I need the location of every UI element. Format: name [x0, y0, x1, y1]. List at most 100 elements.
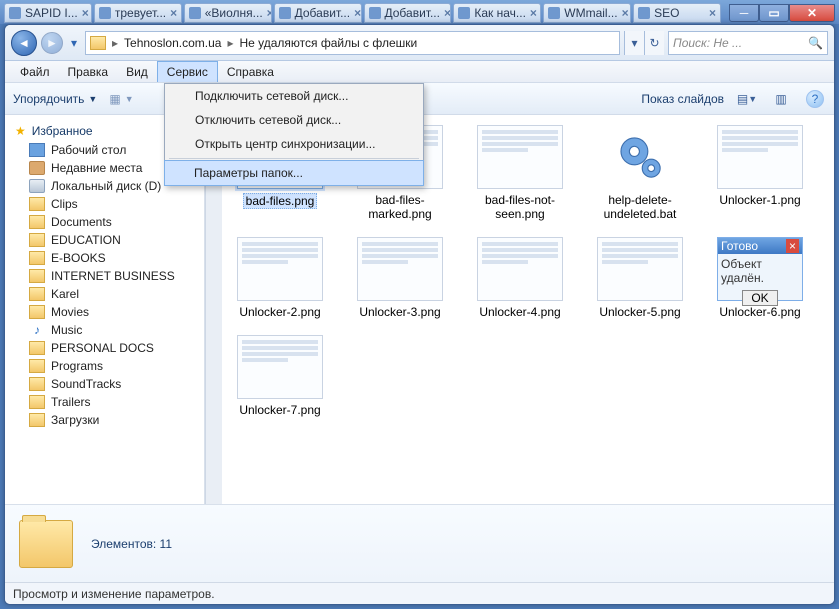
tab-label: Добавит...: [385, 6, 440, 20]
menu-file[interactable]: Файл: [11, 61, 59, 82]
file-name: bad-files-not-seen.png: [470, 193, 570, 221]
sidebar-item[interactable]: Загрузки: [5, 411, 204, 429]
menu-edit[interactable]: Правка: [59, 61, 118, 82]
folder-icon: [29, 341, 45, 355]
close-icon[interactable]: ×: [709, 6, 716, 20]
menu-folder-options[interactable]: Параметры папок...: [164, 160, 424, 186]
sidebar-item-label: Загрузки: [51, 413, 99, 427]
browser-tab[interactable]: Добавит... ×: [364, 3, 452, 23]
favicon: [279, 7, 291, 19]
sidebar-item[interactable]: ♪Music: [5, 321, 204, 339]
music-icon: ♪: [29, 323, 45, 337]
close-icon[interactable]: ×: [82, 6, 89, 20]
tab-label: Как нач...: [474, 6, 526, 20]
browser-tab[interactable]: SEO×: [633, 3, 721, 23]
sidebar-item[interactable]: Trailers: [5, 393, 204, 411]
sidebar-item[interactable]: INTERNET BUSINESS: [5, 267, 204, 285]
close-icon[interactable]: ×: [622, 6, 629, 20]
menu-map-drive[interactable]: Подключить сетевой диск...: [165, 84, 423, 108]
refresh-button[interactable]: ↻: [644, 31, 664, 55]
favicon: [189, 7, 201, 19]
sidebar-item-label: Movies: [51, 305, 89, 319]
folder-icon: [29, 269, 45, 283]
sidebar-item-label: Documents: [51, 215, 112, 229]
browser-tab[interactable]: тревует... ×: [94, 3, 182, 23]
favicon: [638, 7, 650, 19]
breadcrumb-segment[interactable]: Tehnoslon.com.ua: [124, 36, 221, 50]
browser-tabstrip: SAPID I...× тревует... × «Виолня...× Доба…: [0, 0, 839, 24]
file-name: Unlocker-2.png: [239, 305, 320, 319]
file-thumbnail: Готово×Объект удалён.OK: [717, 237, 803, 301]
folder-icon: [29, 377, 45, 391]
folder-icon: [19, 520, 73, 568]
file-item[interactable]: Unlocker-4.png: [470, 237, 570, 319]
organize-button[interactable]: Упорядочить ▼: [13, 92, 97, 106]
file-name: bad-files-marked.png: [350, 193, 450, 221]
tools-menu-dropdown: Подключить сетевой диск... Отключить сет…: [164, 83, 424, 186]
details-text: Элементов: 11: [91, 537, 172, 551]
file-item[interactable]: Unlocker-5.png: [590, 237, 690, 319]
search-icon: 🔍: [808, 36, 823, 50]
breadcrumb-segment[interactable]: Не удаляются файлы с флешки: [239, 36, 417, 50]
favicon: [458, 7, 470, 19]
nav-forward-button[interactable]: ►: [41, 32, 63, 54]
browser-tab[interactable]: WMmail...×: [543, 3, 631, 23]
file-thumbnail: [477, 237, 563, 301]
sidebar-item-label: Недавние места: [51, 161, 142, 175]
breadcrumb[interactable]: ▸ Tehnoslon.com.ua ▸ Не удаляются файлы …: [85, 31, 620, 55]
nav-history-dropdown[interactable]: ▾: [67, 36, 81, 50]
sidebar-item[interactable]: Documents: [5, 213, 204, 231]
sidebar-item-label: SoundTracks: [51, 377, 121, 391]
file-item[interactable]: bad-files-not-seen.png: [470, 125, 570, 221]
browser-tab[interactable]: Как нач... ×: [453, 3, 541, 23]
sidebar-item[interactable]: Movies: [5, 303, 204, 321]
file-item[interactable]: Unlocker-2.png: [230, 237, 330, 319]
include-library-button[interactable]: ▦ ▼: [109, 92, 133, 106]
file-thumbnail: [717, 125, 803, 189]
browser-tab[interactable]: Добавит...×: [274, 3, 362, 23]
sidebar-item[interactable]: E-BOOKS: [5, 249, 204, 267]
close-icon[interactable]: ×: [444, 6, 451, 20]
sidebar-item[interactable]: SoundTracks: [5, 375, 204, 393]
help-button[interactable]: ?: [804, 89, 826, 109]
nav-back-button[interactable]: ◄: [11, 30, 37, 56]
menu-tools[interactable]: Сервис: [157, 61, 218, 82]
file-name: Unlocker-7.png: [239, 403, 320, 417]
menu-unmap-drive[interactable]: Отключить сетевой диск...: [165, 108, 423, 132]
chevron-right-icon: ▸: [227, 36, 233, 50]
slideshow-button[interactable]: Показ слайдов: [641, 92, 724, 106]
menu-separator: [169, 158, 419, 159]
menu-view[interactable]: Вид: [117, 61, 157, 82]
sidebar-item[interactable]: Karel: [5, 285, 204, 303]
minimize-button[interactable]: ─: [729, 4, 759, 22]
menu-sync-center[interactable]: Открыть центр синхронизации...: [165, 132, 423, 156]
close-icon[interactable]: ×: [354, 6, 361, 20]
breadcrumb-dropdown[interactable]: ▾: [624, 31, 644, 55]
file-name: Unlocker-6.png: [719, 305, 800, 319]
file-item[interactable]: Готово×Объект удалён.OK Unlocker-6.png: [710, 237, 810, 319]
sidebar-item[interactable]: Clips: [5, 195, 204, 213]
browser-tab[interactable]: «Виолня...×: [184, 3, 272, 23]
view-mode-button[interactable]: ▤ ▼: [736, 89, 758, 109]
file-item[interactable]: Unlocker-1.png: [710, 125, 810, 221]
file-item[interactable]: Unlocker-7.png: [230, 335, 330, 417]
status-text: Просмотр и изменение параметров.: [13, 587, 215, 601]
menu-help[interactable]: Справка: [218, 61, 283, 82]
tab-label: тревует...: [115, 6, 166, 20]
close-icon[interactable]: ×: [267, 6, 272, 20]
window-controls: ─ ▭ ✕: [729, 4, 835, 22]
file-item[interactable]: help-delete-undeleted.bat: [590, 125, 690, 221]
browser-tab[interactable]: SAPID I...×: [4, 3, 92, 23]
close-icon[interactable]: ×: [170, 6, 177, 20]
sidebar-item[interactable]: Programs: [5, 357, 204, 375]
close-icon[interactable]: ×: [530, 6, 537, 20]
search-input[interactable]: Поиск: Не ... 🔍: [668, 31, 828, 55]
sidebar-item[interactable]: PERSONAL DOCS: [5, 339, 204, 357]
maximize-button[interactable]: ▭: [759, 4, 789, 22]
file-item[interactable]: Unlocker-3.png: [350, 237, 450, 319]
chevron-down-icon: ▼: [88, 94, 97, 104]
sidebar-item[interactable]: EDUCATION: [5, 231, 204, 249]
help-icon: ?: [806, 90, 824, 108]
window-close-button[interactable]: ✕: [789, 4, 835, 22]
preview-pane-button[interactable]: ▥: [770, 89, 792, 109]
